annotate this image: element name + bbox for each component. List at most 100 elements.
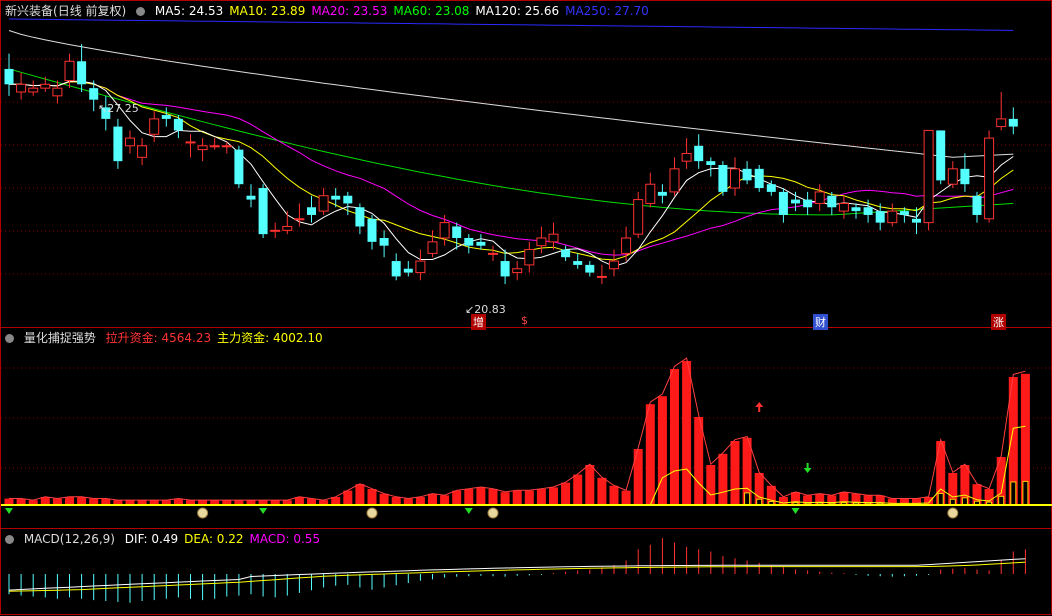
candle-body — [561, 249, 571, 258]
candle-body — [331, 195, 341, 200]
candle-body — [669, 168, 680, 193]
candle-body — [694, 145, 704, 162]
ma-item-2: MA20: 23.53 — [311, 4, 388, 18]
ma-item-3: MA60: 23.08 — [393, 4, 470, 18]
candle-body — [40, 83, 51, 89]
lift-fund-bar — [536, 489, 546, 505]
candle-body — [875, 211, 885, 223]
candle — [221, 141, 232, 154]
settings-dot-icon[interactable] — [5, 535, 14, 544]
candle-body — [28, 87, 39, 93]
candle-body — [742, 168, 752, 181]
candle-body — [415, 260, 426, 274]
candle — [137, 138, 148, 165]
candle-body — [439, 222, 450, 239]
candle-body — [149, 118, 160, 135]
candle — [500, 249, 510, 285]
event-badge-zhang[interactable]: 涨 — [991, 314, 1006, 330]
candle — [427, 230, 438, 258]
candle-body — [355, 207, 365, 227]
down-arrow-icon — [803, 463, 812, 473]
candle-body — [706, 161, 716, 165]
indicator-legend: 拉升资金: 4564.23 主力资金: 4002.10 — [106, 331, 329, 345]
candle — [282, 211, 293, 235]
candle-body — [137, 145, 148, 158]
sell-arrow-icon — [464, 508, 473, 514]
macd-header: MACD(12,26,9) DIF: 0.49 DEA: 0.22 MACD: 0.… — [5, 532, 332, 546]
candle — [585, 261, 595, 277]
indicator-chart[interactable] — [1, 328, 1052, 529]
candle-body — [960, 168, 970, 185]
event-badge-cai[interactable]: 财 — [813, 314, 828, 330]
sell-arrow-icon — [5, 508, 13, 514]
candle — [415, 249, 426, 281]
settings-dot-icon[interactable] — [136, 7, 146, 16]
lift-fund-bar — [415, 497, 425, 505]
lift-fund-bar — [621, 490, 631, 505]
candle-body — [803, 199, 813, 208]
candle-body — [887, 210, 898, 224]
lift-fund-bar — [343, 490, 353, 505]
lift-fund-bar — [65, 497, 74, 505]
candle — [464, 234, 474, 254]
candle — [984, 130, 995, 223]
candle-body — [258, 188, 268, 235]
candle — [16, 72, 27, 100]
event-badge-zeng[interactable]: 增 — [471, 314, 486, 330]
lift-fund-bar — [682, 361, 692, 505]
candle-body — [367, 218, 377, 242]
price-header: 新兴装备(日线 前复权) MA5: 24.53 MA10: 23.89 MA20: … — [5, 4, 661, 18]
settings-dot-icon[interactable] — [5, 334, 14, 343]
candle-body — [645, 183, 656, 204]
candle — [645, 172, 656, 208]
candle-body — [766, 184, 776, 192]
ma-item-1: MA10: 23.89 — [229, 4, 306, 18]
candle — [161, 107, 171, 127]
main-fund-bar — [998, 495, 1005, 506]
lift-fund-bar — [355, 484, 365, 505]
stock-name: 新兴装备 — [5, 4, 54, 18]
candle-body — [318, 195, 329, 212]
macd-item-2: MACD: 0.55 — [249, 532, 321, 546]
candle — [778, 188, 788, 223]
candle-body — [548, 233, 559, 243]
candlestick-chart[interactable] — [1, 1, 1052, 328]
candle-body — [596, 275, 607, 278]
candle — [996, 92, 1007, 131]
candle — [609, 249, 619, 277]
indicator-pane[interactable]: 量化捕捉强势 拉升资金: 4564.23 主力资金: 4002.10 — [0, 327, 1052, 528]
candle-body — [1008, 118, 1018, 127]
candle — [476, 234, 486, 250]
candle — [561, 245, 571, 262]
candle-body — [512, 268, 523, 274]
lift-fund-bar — [706, 465, 716, 505]
candle-body — [89, 88, 99, 100]
candle-body — [270, 229, 281, 232]
candle-body — [863, 207, 873, 215]
price-pane[interactable]: 新兴装备(日线 前复权) MA5: 24.53 MA10: 23.89 MA20: … — [0, 0, 1052, 330]
candle — [4, 53, 14, 96]
candle — [803, 191, 813, 215]
candle-body — [209, 145, 220, 148]
money-bag-icon — [947, 507, 959, 519]
candle — [113, 118, 123, 169]
candle — [173, 115, 183, 139]
lift-fund-bar — [694, 417, 704, 505]
candle-body — [185, 141, 196, 144]
candle — [331, 188, 341, 208]
indicator-item-0: 拉升资金: 4564.23 — [105, 331, 212, 345]
lift-fund-bar — [585, 465, 595, 505]
macd-pane[interactable]: MACD(12,26,9) DIF: 0.49 DEA: 0.22 MACD: 0.… — [0, 528, 1052, 615]
up-arrow-icon — [755, 402, 764, 412]
lift-fund-bar — [561, 482, 571, 505]
candle-body — [899, 211, 909, 215]
candle — [730, 157, 740, 196]
candle — [52, 80, 63, 104]
lift-fund-bar — [645, 404, 655, 505]
candle — [125, 130, 135, 154]
candle — [863, 199, 873, 223]
event-badge-dollar[interactable]: $ — [519, 314, 530, 327]
candle — [234, 145, 244, 189]
candle — [621, 226, 632, 262]
main-fund-bar — [744, 492, 751, 506]
